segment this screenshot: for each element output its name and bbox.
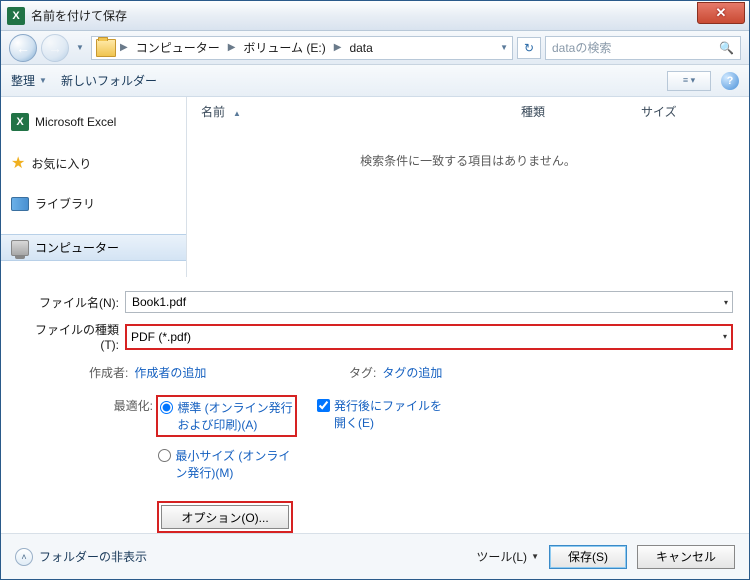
library-icon <box>11 197 29 211</box>
close-button[interactable]: ✕ <box>697 2 745 24</box>
computer-icon <box>11 240 29 256</box>
open-after-checkbox[interactable]: 発行後にファイルを 開く(E) <box>317 397 442 431</box>
filename-input[interactable]: Book1.pdf ▾ <box>125 291 733 313</box>
column-headers[interactable]: 名前 ▲ 種類 サイズ <box>187 97 749 126</box>
star-icon: ★ <box>11 153 25 173</box>
sidebar-item-libraries[interactable]: ライブラリ <box>11 195 176 212</box>
excel-icon: X <box>11 113 29 131</box>
help-button[interactable]: ? <box>721 72 739 90</box>
folder-icon <box>96 39 116 57</box>
chevron-right-icon: ▶ <box>118 42 130 53</box>
chevron-down-icon: ▼ <box>39 76 47 85</box>
sidebar-item-computer[interactable]: コンピューター <box>1 234 186 261</box>
footer: ˄ フォルダーの非表示 ツール(L) ▼ 保存(S) キャンセル <box>1 533 749 579</box>
new-folder-button[interactable]: 新しいフォルダー <box>61 72 157 89</box>
file-pane: 名前 ▲ 種類 サイズ 検索条件に一致する項目はありません。 <box>187 97 749 277</box>
sidebar-item-excel[interactable]: X Microsoft Excel <box>11 113 176 131</box>
author-add-link[interactable]: 作成者の追加 <box>134 364 206 381</box>
save-button[interactable]: 保存(S) <box>549 545 627 569</box>
refresh-button[interactable]: ↻ <box>517 37 541 59</box>
chevron-up-icon: ˄ <box>15 548 33 566</box>
nav-bar: ← → ▼ ▶ コンピューター ▶ ボリューム (E:) ▶ data ▼ ↻ … <box>1 31 749 65</box>
titlebar: X 名前を付けて保存 ✕ <box>1 1 749 31</box>
search-placeholder: dataの検索 <box>552 39 611 56</box>
chevron-down-icon[interactable]: ▾ <box>724 298 728 307</box>
filename-label: ファイル名(N): <box>17 294 125 311</box>
col-name[interactable]: 名前 <box>201 105 225 119</box>
empty-message: 検索条件に一致する項目はありません。 <box>187 152 749 169</box>
col-type[interactable]: 種類 <box>521 103 641 120</box>
col-size[interactable]: サイズ <box>641 103 721 120</box>
breadcrumb[interactable]: ▶ コンピューター ▶ ボリューム (E:) ▶ data ▼ <box>91 36 513 60</box>
author-label: 作成者: <box>89 364 128 381</box>
excel-app-icon: X <box>7 7 25 25</box>
breadcrumb-root[interactable]: コンピューター <box>132 37 224 58</box>
sidebar: X Microsoft Excel ★ お気に入り ライブラリ コンピューター <box>1 97 187 277</box>
sidebar-item-favorites[interactable]: ★ お気に入り <box>11 153 176 173</box>
history-dropdown[interactable]: ▼ <box>73 43 87 52</box>
forward-button[interactable]: → <box>41 34 69 62</box>
optimize-minimum-radio[interactable]: 最小サイズ (オンライ ン発行)(M) <box>156 445 296 483</box>
breadcrumb-folder[interactable]: data <box>345 39 376 57</box>
chevron-down-icon[interactable]: ▾ <box>723 332 727 341</box>
chevron-down-icon[interactable]: ▼ <box>500 43 508 52</box>
chevron-right-icon: ▶ <box>226 42 238 53</box>
filetype-select[interactable]: PDF (*.pdf) ▾ <box>125 324 733 350</box>
window-title: 名前を付けて保存 <box>31 7 697 24</box>
optimize-label: 最適化: <box>89 395 153 414</box>
cancel-button[interactable]: キャンセル <box>637 545 735 569</box>
options-button[interactable]: オプション(O)... <box>161 505 289 529</box>
chevron-down-icon: ▼ <box>531 552 539 561</box>
optimize-standard-radio[interactable]: 標準 (オンライン発行 および印刷)(A) <box>156 395 296 437</box>
toolbar: 整理 ▼ 新しいフォルダー ≡ ▾ ? <box>1 65 749 97</box>
view-switcher[interactable]: ≡ ▾ <box>667 71 711 91</box>
search-input[interactable]: dataの検索 🔍 <box>545 36 741 60</box>
search-icon: 🔍 <box>719 41 734 55</box>
organize-menu[interactable]: 整理 ▼ <box>11 72 47 89</box>
breadcrumb-volume[interactable]: ボリューム (E:) <box>239 37 329 58</box>
back-button[interactable]: ← <box>9 34 37 62</box>
tools-menu[interactable]: ツール(L) ▼ <box>476 548 539 565</box>
hide-folders-toggle[interactable]: ˄ フォルダーの非表示 <box>15 548 147 566</box>
filetype-label: ファイルの種類(T): <box>17 321 125 352</box>
chevron-right-icon: ▶ <box>332 42 344 53</box>
tag-label: タグ: <box>349 364 376 381</box>
sort-asc-icon: ▲ <box>233 109 241 118</box>
tag-add-link[interactable]: タグの追加 <box>382 364 442 381</box>
